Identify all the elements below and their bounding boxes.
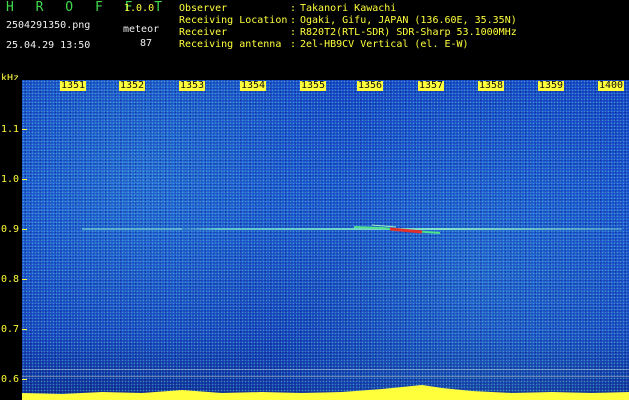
noise-texture: [22, 80, 629, 400]
image-filename: 2504291350.png: [6, 20, 91, 31]
y-tick-label: 0.7: [1, 324, 20, 335]
observer-label: Observer: [179, 3, 228, 14]
location-value: Ogaki, Gifu, JAPAN (136.60E, 35.35N): [300, 15, 517, 26]
y-tick-label: 1.1: [1, 124, 20, 135]
y-tick-mark: [22, 379, 27, 380]
y-tick-mark: [22, 129, 27, 130]
y-axis: 1.1 1.0 0.9 0.8 0.7 0.6: [0, 80, 22, 400]
receiver-separator: :: [290, 27, 297, 38]
x-tick-label: 1352: [119, 80, 146, 91]
app-version: 1.0.0: [124, 3, 155, 14]
meteor-echo-fringe: [371, 224, 397, 228]
y-tick-label: 0.6: [1, 374, 20, 385]
observation-datetime: 25.04.29 13:50: [6, 40, 91, 51]
location-separator: :: [290, 15, 297, 26]
meteor-echo: [353, 224, 441, 234]
x-tick-label: 1351: [60, 80, 87, 91]
antenna-value: 2el-HB9CV Vertical (el. E-W): [300, 39, 469, 50]
y-tick-mark: [22, 229, 27, 230]
baseline-gridline: [22, 369, 629, 370]
x-tick-label: 1355: [300, 80, 327, 91]
x-tick-label: 1357: [418, 80, 445, 91]
x-tick-label: 1354: [240, 80, 267, 91]
antenna-label: Receiving antenna: [179, 39, 282, 50]
location-label: Receiving Location: [179, 15, 288, 26]
baseline-gridline: [22, 376, 629, 377]
receiver-label: Receiver: [179, 27, 228, 38]
y-tick-mark: [22, 329, 27, 330]
x-tick-label: 1400: [598, 80, 625, 91]
y-tick-label: 0.8: [1, 274, 20, 285]
carrier-trace: [82, 228, 182, 230]
detection-mode: meteor: [123, 24, 160, 35]
y-tick-mark: [22, 279, 27, 280]
y-tick-label: 0.9: [1, 224, 20, 235]
y-tick-mark: [22, 179, 27, 180]
signal-level-strip: [22, 385, 629, 400]
x-tick-label: 1359: [538, 80, 565, 91]
y-tick-label: 1.0: [1, 174, 20, 185]
meteor-echo-head: [389, 227, 423, 234]
spectrogram-waterfall: [22, 80, 629, 400]
antenna-separator: :: [290, 39, 297, 50]
receiver-value: R820T2(RTL-SDR) SDR-Sharp 53.1000MHz: [300, 27, 517, 38]
observer-value: Takanori Kawachi: [300, 3, 397, 14]
x-tick-label: 1356: [357, 80, 384, 91]
meteor-count: 87: [140, 38, 153, 49]
observer-separator: :: [290, 3, 297, 14]
signal-level-fill: [22, 385, 629, 400]
x-tick-label: 1353: [179, 80, 206, 91]
x-tick-label: 1358: [478, 80, 505, 91]
header-panel: H R O F F T 1.0.0 2504291350.png meteor …: [0, 0, 629, 84]
